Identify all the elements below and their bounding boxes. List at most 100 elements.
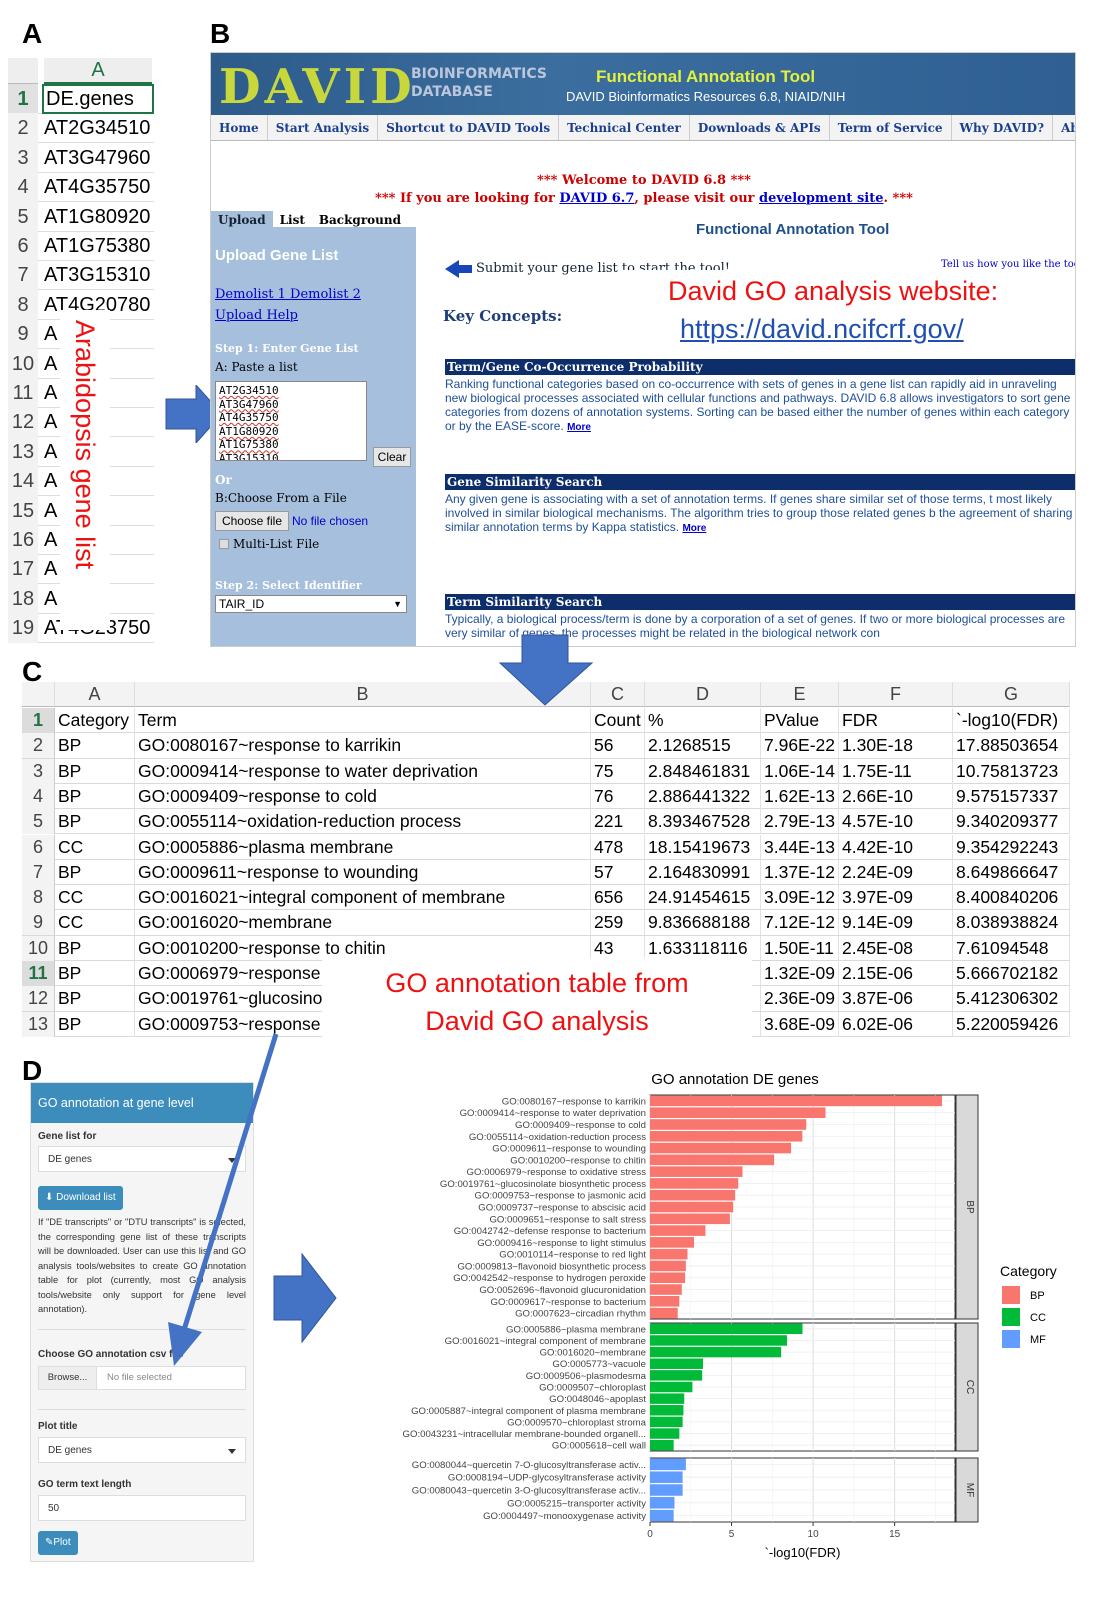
table-cell[interactable]: 1.32E-09 <box>761 961 839 986</box>
plot-button[interactable]: ✎Plot <box>38 1531 78 1555</box>
table-cell[interactable]: 10.75813723 <box>953 758 1070 784</box>
row-number[interactable]: 6 <box>8 231 38 261</box>
table-cell[interactable]: 9.340209377 <box>953 809 1070 835</box>
row-number[interactable]: 9 <box>22 910 55 936</box>
row-number[interactable]: 8 <box>22 885 55 911</box>
nav-downloads[interactable]: Downloads & APIs <box>690 115 830 140</box>
table-cell[interactable]: PValue <box>761 708 839 733</box>
table-cell[interactable]: 1.75E-11 <box>839 758 953 784</box>
table-cell[interactable]: BP <box>55 809 135 835</box>
table-cell[interactable]: GO:0005886~plasma membrane <box>135 834 591 860</box>
table-cell[interactable]: 1.62E-13 <box>761 783 839 809</box>
table-cell[interactable]: 221 <box>591 809 645 835</box>
row-number[interactable]: 6 <box>22 834 55 860</box>
column-header[interactable]: A <box>55 682 135 707</box>
table-cell[interactable]: Term <box>135 708 591 733</box>
table-cell[interactable]: 2.15E-06 <box>839 961 953 986</box>
table-cell[interactable]: BP <box>55 935 135 961</box>
table-cell[interactable]: 2.45E-08 <box>839 935 953 961</box>
row-number[interactable]: 15 <box>8 495 38 526</box>
nav-about-us[interactable]: About Us <box>1053 115 1075 140</box>
plot-title-select[interactable]: DE genes <box>38 1437 246 1463</box>
table-cell[interactable]: 2.1268515 <box>645 733 761 759</box>
gene-cell[interactable]: AT1G80920 <box>44 202 150 232</box>
row-number[interactable]: 3 <box>8 142 38 173</box>
choose-file-button[interactable]: Choose file <box>215 511 289 531</box>
table-cell[interactable]: 3.97E-09 <box>839 885 953 911</box>
gene-cell[interactable]: AT1G75380 <box>44 231 150 261</box>
multilist-checkbox[interactable] <box>219 539 229 549</box>
gene-list-textarea[interactable]: AT2G34510 AT3G47960 AT4G35750 AT1G80920 AT1G… <box>215 381 367 461</box>
row-number[interactable]: 13 <box>8 436 38 467</box>
table-cell[interactable]: 3.68E-09 <box>761 1011 839 1037</box>
table-cell[interactable]: 5.412306302 <box>953 986 1070 1012</box>
table-cell[interactable]: GO:0009409~response to cold <box>135 783 591 809</box>
gene-cell[interactable]: AT4G35750 <box>44 172 150 202</box>
row-number[interactable]: 2 <box>8 113 38 144</box>
table-cell[interactable]: GO:0009611~response to wounding <box>135 859 591 885</box>
upload-help-link[interactable]: Upload Help <box>215 308 298 323</box>
table-cell[interactable]: 1.30E-18 <box>839 733 953 759</box>
table-cell[interactable]: 656 <box>591 885 645 911</box>
column-header[interactable]: E <box>761 682 839 707</box>
table-cell[interactable]: 1.633118116 <box>645 935 761 961</box>
table-cell[interactable]: GO:0009414~response to water deprivation <box>135 758 591 784</box>
row-number[interactable]: 10 <box>8 348 38 379</box>
table-cell[interactable]: BP <box>55 733 135 759</box>
table-cell[interactable]: 478 <box>591 834 645 860</box>
table-cell[interactable]: 5.666702182 <box>953 961 1070 986</box>
table-cell[interactable]: 75 <box>591 758 645 784</box>
table-cell[interactable]: CC <box>55 910 135 936</box>
table-cell[interactable]: 1.50E-11 <box>761 935 839 961</box>
row-number[interactable]: 1 <box>22 708 55 733</box>
table-cell[interactable]: 8.038938824 <box>953 910 1070 936</box>
table-cell[interactable]: 6.02E-06 <box>839 1011 953 1037</box>
clear-button[interactable]: Clear <box>373 447 411 467</box>
row-number[interactable]: 7 <box>8 260 38 291</box>
row-number[interactable]: 5 <box>8 201 38 232</box>
demolist2-link[interactable]: Demolist 2 <box>290 287 361 302</box>
table-cell[interactable]: 2.164830991 <box>645 859 761 885</box>
table-cell[interactable]: 7.96E-22 <box>761 733 839 759</box>
table-cell[interactable]: 2.886441322 <box>645 783 761 809</box>
table-cell[interactable]: CC <box>55 834 135 860</box>
table-cell[interactable]: BP <box>55 961 135 986</box>
row-number[interactable]: 14 <box>8 466 38 497</box>
table-cell[interactable]: 17.88503654 <box>953 733 1070 759</box>
table-cell[interactable]: 2.66E-10 <box>839 783 953 809</box>
table-cell[interactable]: 7.12E-12 <box>761 910 839 936</box>
site-url-link[interactable]: https://david.ncifcrf.gov/ <box>680 314 964 345</box>
nav-why-david[interactable]: Why DAVID? <box>952 115 1054 140</box>
table-cell[interactable]: 9.575157337 <box>953 783 1070 809</box>
table-cell[interactable]: 2.79E-13 <box>761 809 839 835</box>
row-number[interactable]: 12 <box>22 986 55 1012</box>
table-cell[interactable]: 8.400840206 <box>953 885 1070 911</box>
gene-cell[interactable]: AT3G47960 <box>44 143 150 173</box>
table-cell[interactable]: 2.24E-09 <box>839 859 953 885</box>
row-number[interactable]: 3 <box>22 758 55 784</box>
nav-term-of-service[interactable]: Term of Service <box>830 115 952 140</box>
row-number[interactable]: 13 <box>22 1011 55 1037</box>
more-link[interactable]: More <box>567 422 591 433</box>
download-list-button[interactable]: ⬇ Download list <box>38 1186 123 1210</box>
table-cell[interactable]: 259 <box>591 910 645 936</box>
column-header[interactable]: F <box>839 682 953 707</box>
table-cell[interactable]: 8.649866647 <box>953 859 1070 885</box>
tell-us-link[interactable]: Tell us how you like the tool <box>941 259 1075 270</box>
column-header[interactable]: C <box>591 682 645 707</box>
gene-cell[interactable]: AT3G15310 <box>44 260 150 290</box>
table-cell[interactable]: 1.06E-14 <box>761 758 839 784</box>
table-cell[interactable]: BP <box>55 859 135 885</box>
table-cell[interactable]: GO:0010200~response to chitin <box>135 935 591 961</box>
table-cell[interactable]: 3.44E-13 <box>761 834 839 860</box>
development-site-link[interactable]: development site <box>759 191 883 206</box>
table-cell[interactable]: CC <box>55 885 135 911</box>
row-number[interactable]: 11 <box>22 961 55 986</box>
row-number[interactable]: 1 <box>8 84 38 114</box>
table-cell[interactable]: 2.36E-09 <box>761 986 839 1012</box>
column-header-a[interactable]: A <box>44 58 152 84</box>
table-cell[interactable]: FDR <box>839 708 953 733</box>
table-cell[interactable]: GO:0055114~oxidation-reduction process <box>135 809 591 835</box>
nav-home[interactable]: Home <box>211 115 268 140</box>
row-number[interactable]: 4 <box>8 172 38 203</box>
